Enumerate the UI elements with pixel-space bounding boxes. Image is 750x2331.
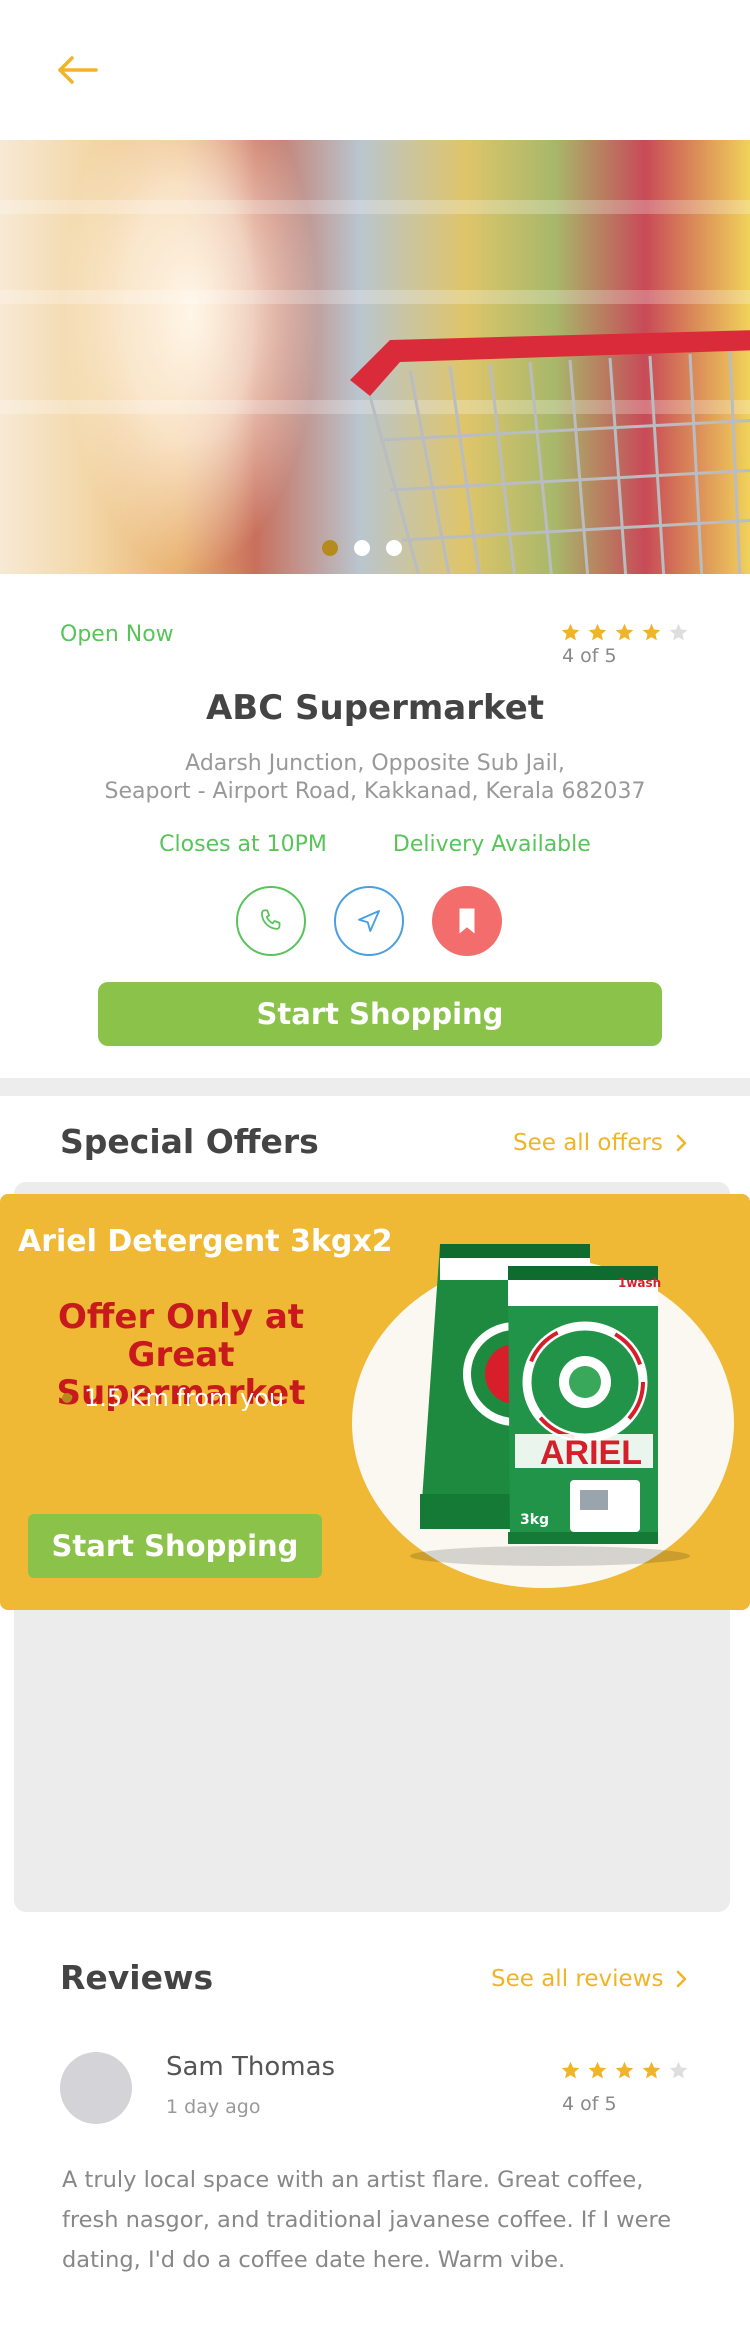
special-offers-title: Special Offers	[60, 1122, 319, 1161]
rating-text: 4 of 5	[562, 645, 617, 667]
star-filled-icon	[642, 2061, 661, 2079]
offer-product-name: Ariel Detergent 3kgx2	[18, 1224, 393, 1259]
section-divider	[0, 1078, 750, 1096]
store-hero-image[interactable]	[0, 140, 750, 574]
carousel-dot[interactable]	[354, 540, 370, 556]
carousel-dot-active[interactable]	[322, 540, 338, 556]
see-all-reviews-link[interactable]: See all reviews	[491, 1966, 687, 1992]
closing-time: Closes at 10PM	[159, 832, 327, 857]
carousel-dot[interactable]	[386, 540, 402, 556]
review-rating: 4 of 5	[560, 2060, 690, 2115]
offer-start-shopping-button[interactable]: Start Shopping	[28, 1514, 322, 1578]
navigation-icon	[358, 910, 380, 932]
star-empty-icon	[669, 623, 688, 641]
address-line-2: Seaport - Airport Road, Kakkanad, Kerala…	[104, 779, 646, 804]
star-filled-icon	[615, 2061, 634, 2079]
bookmark-button[interactable]	[432, 886, 502, 956]
bookmark-icon	[459, 908, 475, 934]
reviewer-name[interactable]: Sam Thomas	[166, 2052, 335, 2082]
star-empty-icon	[669, 2061, 688, 2079]
reviewer-avatar[interactable]	[60, 2052, 132, 2124]
star-filled-icon	[615, 623, 634, 641]
see-all-offers-link[interactable]: See all offers	[513, 1130, 687, 1156]
review-rating-stars	[560, 2060, 690, 2081]
star-filled-icon	[588, 2061, 607, 2079]
bullet-icon	[62, 1393, 72, 1403]
review-rating-text: 4 of 5	[562, 2093, 617, 2115]
star-filled-icon	[588, 623, 607, 641]
hero-shelf	[0, 200, 750, 214]
star-filled-icon	[561, 2061, 580, 2079]
hero-shelf	[0, 290, 750, 304]
open-status: Open Now	[60, 622, 174, 647]
rating-stars	[560, 622, 690, 643]
offer-card[interactable]: Ariel Detergent 3kgx2 Offer Only at Grea…	[0, 1194, 750, 1610]
see-all-offers-label: See all offers	[513, 1130, 663, 1156]
reviews-title: Reviews	[60, 1958, 214, 1997]
top-bar	[0, 0, 750, 140]
ariel-detergent-pack-image	[410, 1244, 690, 1566]
arrow-left-icon[interactable]	[56, 50, 100, 90]
carousel-dots	[322, 540, 402, 556]
pack-tag-label: 1wash	[618, 1276, 662, 1290]
store-rating: 4 of 5	[560, 622, 690, 667]
review-time: 1 day ago	[166, 2096, 261, 2118]
start-shopping-button[interactable]: Start Shopping	[98, 982, 662, 1046]
store-meta: Closes at 10PM Delivery Available	[0, 832, 750, 857]
see-all-reviews-label: See all reviews	[491, 1966, 664, 1992]
pack-brand-label: ARIEL	[540, 1434, 642, 1472]
chevron-right-icon	[677, 1970, 687, 1988]
chevron-right-icon	[676, 1134, 687, 1152]
address-line-1: Adarsh Junction, Opposite Sub Jail,	[185, 751, 565, 776]
shopping-cart-illustration	[350, 330, 750, 574]
call-button[interactable]	[236, 886, 306, 956]
star-filled-icon	[561, 623, 580, 641]
store-actions	[236, 886, 502, 956]
star-filled-icon	[642, 623, 661, 641]
store-name: ABC Supermarket	[205, 688, 545, 728]
store-info: Open Now 4 of 5 ABC Supermarket Adarsh J…	[0, 574, 750, 1078]
delivery-status: Delivery Available	[392, 832, 591, 857]
phone-icon	[260, 909, 281, 930]
store-address: Adarsh Junction, Opposite Sub Jail, Seap…	[0, 750, 750, 806]
pack-weight-label: 3kg	[520, 1512, 550, 1528]
offer-distance-text: 1.5 Km from you	[84, 1384, 285, 1412]
offer-distance: 1.5 Km from you	[62, 1384, 284, 1412]
review-body: A truly local space with an artist flare…	[62, 2167, 672, 2273]
directions-button[interactable]	[334, 886, 404, 956]
offer-headline-line-1: Offer Only at	[57, 1297, 305, 1337]
